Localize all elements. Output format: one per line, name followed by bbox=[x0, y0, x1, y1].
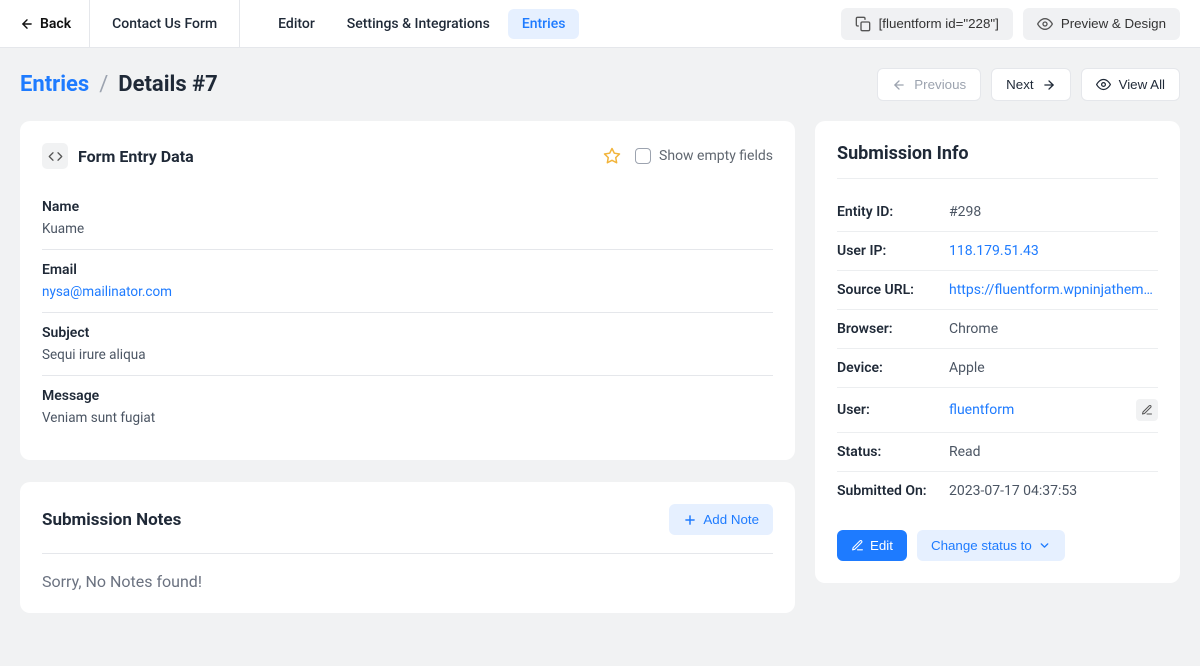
info-value: Chrome bbox=[949, 321, 1158, 337]
plus-icon bbox=[683, 513, 697, 527]
notes-title: Submission Notes bbox=[42, 510, 181, 530]
preview-label: Preview & Design bbox=[1061, 16, 1166, 31]
chevron-down-icon bbox=[1038, 539, 1051, 552]
next-label: Next bbox=[1006, 77, 1033, 92]
info-label: User IP: bbox=[837, 243, 949, 259]
info-row: Browser: Chrome bbox=[837, 310, 1158, 349]
tab-editor[interactable]: Editor bbox=[264, 9, 329, 39]
arrow-right-icon bbox=[1042, 78, 1056, 92]
info-value: Apple bbox=[949, 360, 1158, 376]
info-row: User IP: 118.179.51.43 bbox=[837, 232, 1158, 271]
previous-label: Previous bbox=[914, 77, 966, 92]
tab-entries[interactable]: Entries bbox=[508, 9, 580, 39]
show-empty-checkbox[interactable]: Show empty fields bbox=[635, 148, 773, 164]
breadcrumb: Entries / Details #7 bbox=[20, 72, 218, 97]
change-status-button[interactable]: Change status to bbox=[917, 530, 1065, 561]
info-label: Status: bbox=[837, 444, 949, 460]
breadcrumb-separator: / bbox=[99, 72, 108, 97]
info-row: Source URL: https://fluentform.wpninjath… bbox=[837, 271, 1158, 310]
notes-empty-text: Sorry, No Notes found! bbox=[42, 572, 773, 591]
entry-field: Subject Sequi irure aliqua bbox=[42, 313, 773, 376]
content: Form Entry Data Show empty fields Name K… bbox=[0, 121, 1200, 633]
field-label: Email bbox=[42, 262, 773, 278]
entry-field: Name Kuame bbox=[42, 187, 773, 250]
code-icon bbox=[42, 143, 68, 169]
info-label: Submitted On: bbox=[837, 483, 949, 499]
field-value: Kuame bbox=[42, 221, 773, 237]
info-label: Browser: bbox=[837, 321, 949, 337]
field-label: Message bbox=[42, 388, 773, 404]
arrow-left-icon bbox=[892, 78, 906, 92]
next-button[interactable]: Next bbox=[991, 68, 1070, 101]
edit-button[interactable]: Edit bbox=[837, 530, 907, 561]
notes-header: Submission Notes Add Note bbox=[42, 504, 773, 535]
info-row: Submitted On: 2023-07-17 04:37:53 bbox=[837, 472, 1158, 510]
copy-icon bbox=[855, 16, 871, 32]
info-value[interactable]: https://fluentform.wpninjathem… bbox=[949, 282, 1158, 298]
entry-fields: Name Kuame Email nysa@mailinator.com Sub… bbox=[42, 187, 773, 438]
info-row: User: fluentform bbox=[837, 388, 1158, 433]
left-column: Form Entry Data Show empty fields Name K… bbox=[20, 121, 795, 613]
info-row: Device: Apple bbox=[837, 349, 1158, 388]
submission-info-card: Submission Info Entity ID: #298 User IP:… bbox=[815, 121, 1180, 583]
info-label: User: bbox=[837, 402, 949, 418]
change-status-label: Change status to bbox=[931, 538, 1032, 553]
tab-settings[interactable]: Settings & Integrations bbox=[333, 9, 504, 39]
star-icon[interactable] bbox=[603, 147, 621, 165]
info-value: 2023-07-17 04:37:53 bbox=[949, 483, 1158, 499]
back-button[interactable]: Back bbox=[20, 0, 90, 47]
view-all-label: View All bbox=[1119, 77, 1165, 92]
entry-field: Message Veniam sunt fugiat bbox=[42, 376, 773, 438]
edit-label: Edit bbox=[870, 538, 893, 553]
field-label: Subject bbox=[42, 325, 773, 341]
view-all-button[interactable]: View All bbox=[1081, 68, 1180, 101]
field-label: Name bbox=[42, 199, 773, 215]
info-actions: Edit Change status to bbox=[837, 530, 1158, 561]
top-nav: Back Contact Us Form Editor Settings & I… bbox=[0, 0, 1200, 48]
pagination-actions: Previous Next View All bbox=[877, 68, 1180, 101]
preview-design-button[interactable]: Preview & Design bbox=[1023, 8, 1180, 40]
right-column: Submission Info Entity ID: #298 User IP:… bbox=[815, 121, 1180, 613]
checkbox-box bbox=[635, 148, 651, 164]
shortcode-button[interactable]: [fluentform id="228"] bbox=[841, 8, 1013, 40]
subheader: Entries / Details #7 Previous Next View … bbox=[0, 48, 1200, 121]
header-actions: [fluentform id="228"] Preview & Design bbox=[841, 8, 1180, 40]
info-value: Read bbox=[949, 444, 1158, 460]
arrow-left-icon bbox=[20, 17, 34, 31]
pencil-icon bbox=[851, 539, 864, 552]
entry-card-header: Form Entry Data Show empty fields bbox=[42, 143, 773, 169]
entry-field: Email nysa@mailinator.com bbox=[42, 250, 773, 313]
info-row: Status: Read bbox=[837, 433, 1158, 472]
field-value: Sequi irure aliqua bbox=[42, 347, 773, 363]
entry-card-title: Form Entry Data bbox=[78, 147, 194, 166]
entries-link[interactable]: Entries bbox=[20, 72, 89, 97]
edit-user-icon[interactable] bbox=[1136, 399, 1158, 421]
add-note-button[interactable]: Add Note bbox=[669, 504, 773, 535]
show-empty-label: Show empty fields bbox=[659, 148, 773, 164]
shortcode-text: [fluentform id="228"] bbox=[879, 16, 999, 31]
info-label: Source URL: bbox=[837, 282, 949, 298]
back-label: Back bbox=[40, 16, 71, 32]
page-title: Details #7 bbox=[118, 72, 217, 97]
info-label: Device: bbox=[837, 360, 949, 376]
info-value: #298 bbox=[949, 204, 1158, 220]
info-value[interactable]: 118.179.51.43 bbox=[949, 243, 1158, 259]
eye-icon bbox=[1037, 16, 1053, 32]
field-value: Veniam sunt fugiat bbox=[42, 410, 773, 426]
info-label: Entity ID: bbox=[837, 204, 949, 220]
field-value[interactable]: nysa@mailinator.com bbox=[42, 284, 773, 300]
add-note-label: Add Note bbox=[703, 512, 759, 527]
info-row: Entity ID: #298 bbox=[837, 193, 1158, 232]
form-entry-card: Form Entry Data Show empty fields Name K… bbox=[20, 121, 795, 460]
previous-button[interactable]: Previous bbox=[877, 68, 981, 101]
info-value[interactable]: fluentform bbox=[949, 402, 1136, 418]
info-title: Submission Info bbox=[837, 143, 1158, 179]
tabs: Editor Settings & Integrations Entries bbox=[264, 9, 579, 39]
notes-card: Submission Notes Add Note Sorry, No Note… bbox=[20, 482, 795, 613]
eye-icon bbox=[1096, 77, 1111, 92]
form-name: Contact Us Form bbox=[90, 0, 240, 47]
